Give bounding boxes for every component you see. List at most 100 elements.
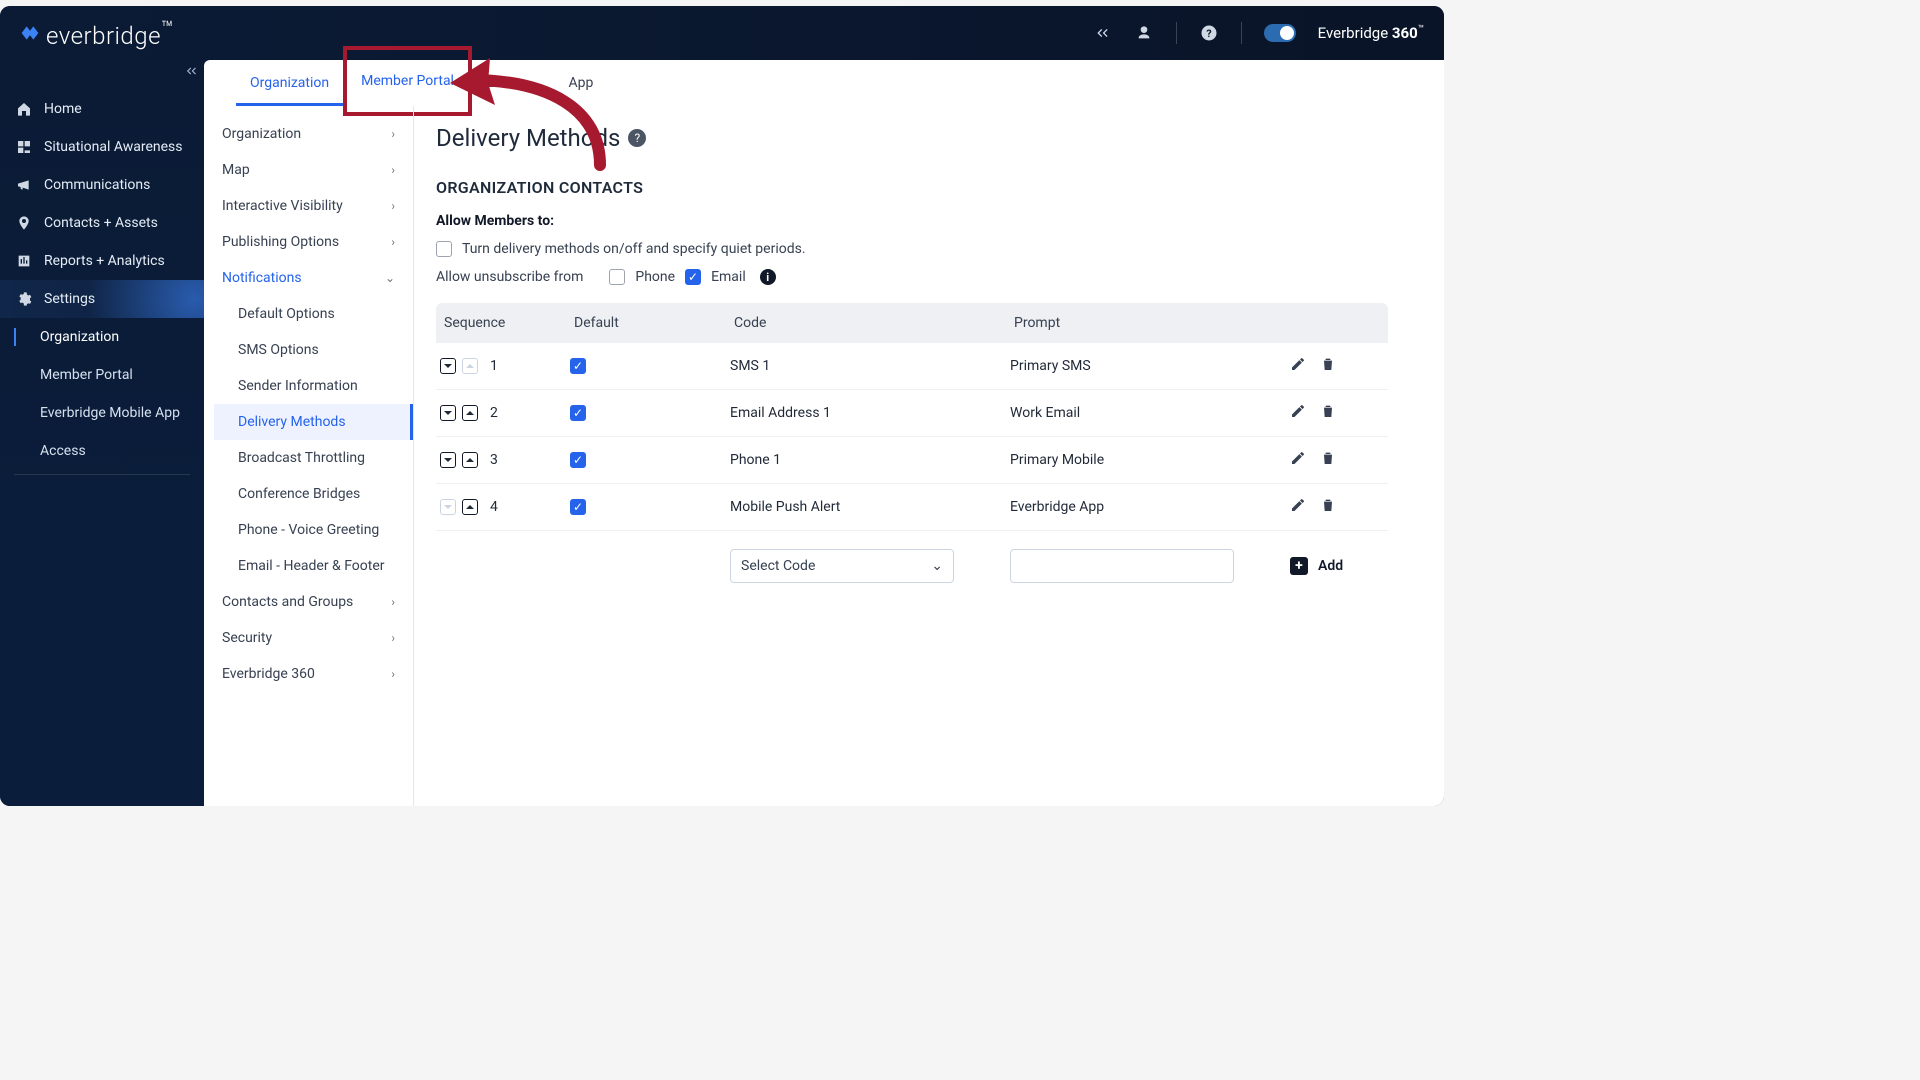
page-title: Delivery Methods ? bbox=[436, 124, 1388, 152]
sidebar-item-label: Contacts + Assets bbox=[44, 215, 158, 231]
code-select-placeholder: Select Code bbox=[741, 558, 815, 574]
inner-nav-label: Contacts and Groups bbox=[222, 594, 353, 610]
code-cell: Email Address 1 bbox=[730, 405, 1010, 421]
tab-member-portal[interactable]: Member Portal bbox=[343, 46, 472, 116]
svg-text:?: ? bbox=[1206, 27, 1211, 40]
add-button[interactable]: + Add bbox=[1290, 557, 1388, 575]
product-label-b: 360 bbox=[1392, 24, 1418, 42]
email-label: Email bbox=[711, 269, 746, 285]
prompt-input[interactable] bbox=[1010, 549, 1234, 583]
inner-nav-item[interactable]: Contacts and Groups› bbox=[204, 584, 413, 620]
inner-nav-item[interactable]: Map› bbox=[204, 152, 413, 188]
sequence-number: 4 bbox=[490, 499, 498, 515]
move-down-button[interactable] bbox=[440, 358, 456, 374]
inner-nav-sub-item[interactable]: Default Options bbox=[214, 296, 413, 332]
sidebar-sub-label: Everbridge Mobile App bbox=[40, 405, 180, 421]
add-row: Select Code ⌄ + Add bbox=[436, 531, 1388, 583]
sidebar-sub-item[interactable]: Organization bbox=[0, 318, 204, 356]
inner-nav-label: Interactive Visibility bbox=[222, 198, 343, 214]
default-checkbox[interactable] bbox=[570, 405, 586, 421]
inner-nav-sub-item[interactable]: SMS Options bbox=[214, 332, 413, 368]
delete-icon[interactable] bbox=[1320, 403, 1336, 423]
collapse-top-icon[interactable] bbox=[1092, 23, 1112, 43]
unsubscribe-row: Allow unsubscribe from Phone Email i bbox=[436, 269, 1388, 285]
sequence-number: 1 bbox=[490, 358, 498, 374]
inner-nav-item[interactable]: Security› bbox=[204, 620, 413, 656]
chevron-right-icon: › bbox=[391, 235, 395, 249]
inner-nav-sub-item[interactable]: Delivery Methods bbox=[214, 404, 413, 440]
inner-nav-notifications[interactable]: Notifications ⌄ bbox=[204, 260, 413, 296]
inner-nav-sub-item[interactable]: Sender Information bbox=[214, 368, 413, 404]
email-checkbox[interactable] bbox=[685, 269, 701, 285]
quiet-periods-row: Turn delivery methods on/off and specify… bbox=[436, 241, 1388, 257]
chevron-right-icon: › bbox=[391, 199, 395, 213]
tab-organization[interactable]: Organization bbox=[236, 60, 343, 106]
code-select[interactable]: Select Code ⌄ bbox=[730, 549, 954, 583]
top-divider-2 bbox=[1241, 22, 1242, 44]
inner-nav-label: Map bbox=[222, 162, 250, 178]
sidebar-item-megaphone[interactable]: Communications bbox=[0, 166, 204, 204]
default-checkbox[interactable] bbox=[570, 358, 586, 374]
delete-icon[interactable] bbox=[1320, 450, 1336, 470]
sidebar-item-settings[interactable]: Settings bbox=[0, 280, 204, 318]
inner-nav-item[interactable]: Organization› bbox=[204, 116, 413, 152]
help-top-icon[interactable]: ? bbox=[1199, 23, 1219, 43]
inner-nav-item[interactable]: Interactive Visibility › bbox=[204, 188, 413, 224]
move-down-button[interactable] bbox=[440, 452, 456, 468]
move-up-button[interactable] bbox=[462, 405, 478, 421]
sidebar-item-sa[interactable]: Situational Awareness bbox=[0, 128, 204, 166]
quiet-periods-checkbox[interactable] bbox=[436, 241, 452, 257]
move-up-button[interactable] bbox=[462, 499, 478, 515]
move-up-button bbox=[462, 358, 478, 374]
chevron-right-icon: › bbox=[391, 631, 395, 645]
tab-app[interactable]: App bbox=[555, 60, 608, 106]
inner-nav-sub-item[interactable]: Email - Header & Footer bbox=[214, 548, 413, 584]
info-icon[interactable]: i bbox=[760, 269, 776, 285]
default-checkbox[interactable] bbox=[570, 499, 586, 515]
inner-nav-sub-item[interactable]: Phone - Voice Greeting bbox=[214, 512, 413, 548]
chart-icon bbox=[16, 253, 32, 269]
move-down-button bbox=[440, 499, 456, 515]
sidebar-item-chart[interactable]: Reports + Analytics bbox=[0, 242, 204, 280]
home-icon bbox=[16, 101, 32, 117]
sidebar-sub-item[interactable]: Member Portal bbox=[0, 356, 204, 394]
inner-nav-sub-item[interactable]: Broadcast Throttling bbox=[214, 440, 413, 476]
quiet-periods-label: Turn delivery methods on/off and specify… bbox=[462, 241, 806, 257]
inner-nav-sub-item[interactable]: Conference Bridges bbox=[214, 476, 413, 512]
default-checkbox[interactable] bbox=[570, 452, 586, 468]
sidebar-item-home[interactable]: Home bbox=[0, 90, 204, 128]
move-down-button[interactable] bbox=[440, 405, 456, 421]
product-label-a: Everbridge bbox=[1318, 24, 1392, 42]
code-cell: Mobile Push Alert bbox=[730, 499, 1010, 515]
sidebar-collapse-icon[interactable] bbox=[180, 60, 202, 82]
tab-ev[interactable]: Ev bbox=[472, 60, 515, 106]
phone-label: Phone bbox=[635, 269, 675, 285]
edit-icon[interactable] bbox=[1290, 450, 1306, 470]
edit-icon[interactable] bbox=[1290, 403, 1306, 423]
inner-nav-item[interactable]: Publishing Options› bbox=[204, 224, 413, 260]
pin-icon bbox=[16, 215, 32, 231]
col-sequence: Sequence bbox=[440, 315, 570, 331]
sidebar-item-label: Situational Awareness bbox=[44, 139, 183, 155]
move-up-button[interactable] bbox=[462, 452, 478, 468]
sidebar-item-label: Communications bbox=[44, 177, 150, 193]
sidebar-sub-label: Member Portal bbox=[40, 367, 133, 383]
inner-nav-item[interactable]: Everbridge 360› bbox=[204, 656, 413, 692]
delete-icon[interactable] bbox=[1320, 356, 1336, 376]
section-heading: ORGANIZATION CONTACTS bbox=[436, 178, 1388, 197]
sidebar-item-pin[interactable]: Contacts + Assets bbox=[0, 204, 204, 242]
main-sidebar: Home Situational Awareness Communications C… bbox=[0, 60, 204, 806]
delete-icon[interactable] bbox=[1320, 497, 1336, 517]
edit-icon[interactable] bbox=[1290, 497, 1306, 517]
inner-nav-sub-label: Phone - Voice Greeting bbox=[238, 522, 379, 538]
product-toggle[interactable] bbox=[1264, 24, 1296, 42]
phone-checkbox[interactable] bbox=[609, 269, 625, 285]
help-icon[interactable]: ? bbox=[628, 129, 646, 147]
edit-icon[interactable] bbox=[1290, 356, 1306, 376]
sidebar-sub-item[interactable]: Access bbox=[0, 432, 204, 470]
sidebar-sub-item[interactable]: Everbridge Mobile App bbox=[0, 394, 204, 432]
user-icon[interactable] bbox=[1134, 23, 1154, 43]
table-row: 1SMS 1Primary SMS bbox=[436, 343, 1388, 390]
table-header: Sequence Default Code Prompt bbox=[436, 303, 1388, 343]
inner-nav-sub-label: Broadcast Throttling bbox=[238, 450, 365, 466]
